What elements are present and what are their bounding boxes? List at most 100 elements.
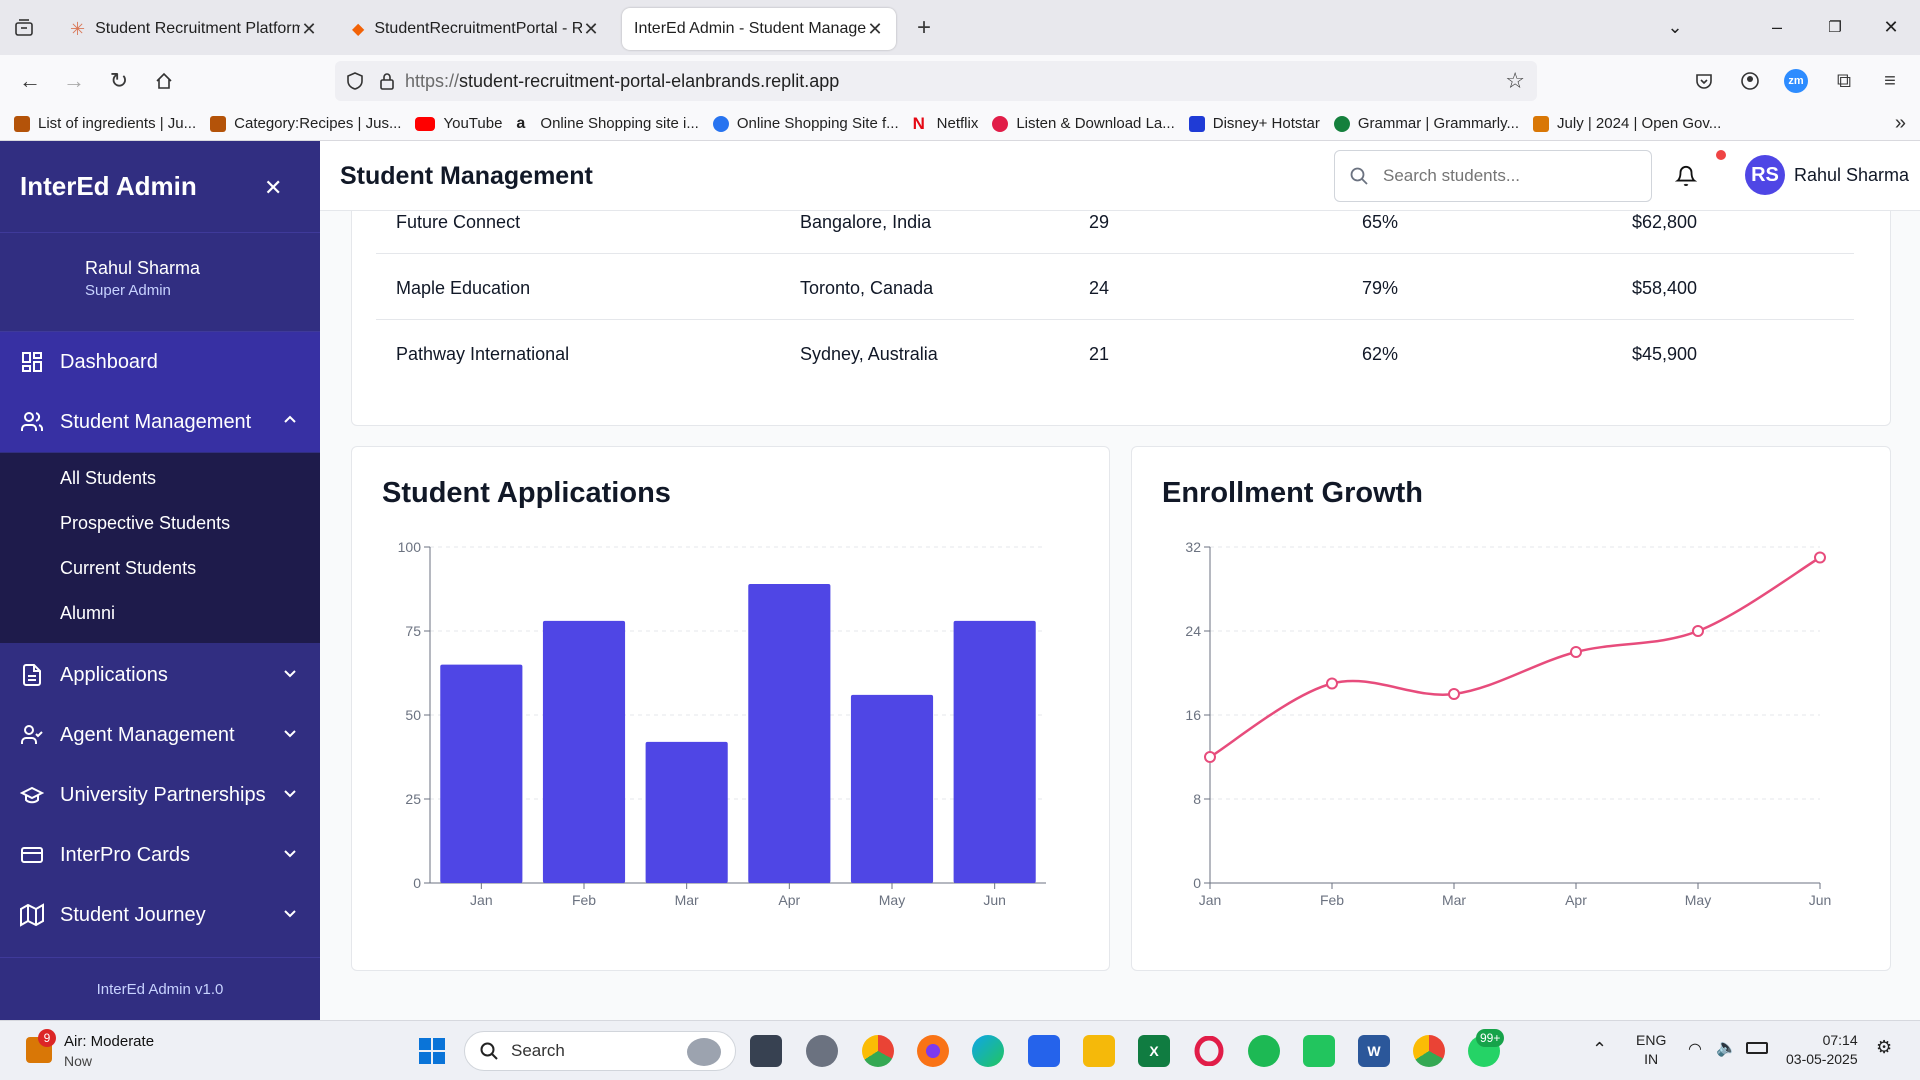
home-icon[interactable] (150, 67, 178, 95)
y-tick-label: 0 (413, 875, 421, 891)
bookmark-item[interactable]: Listen & Download La... (992, 115, 1175, 132)
wifi-icon[interactable]: ◠ (1688, 1039, 1702, 1059)
close-sidebar-icon[interactable]: ✕ (264, 175, 282, 201)
menu-icon[interactable]: ≡ (1876, 67, 1904, 95)
bookmark-item[interactable]: July | 2024 | Open Gov... (1533, 115, 1721, 132)
weather-widget[interactable]: 9 Air: Moderate Now (24, 1029, 184, 1073)
sidebar-item-university-partnerships[interactable]: University Partnerships (0, 765, 320, 825)
bar-may (850, 694, 934, 883)
lock-icon[interactable] (379, 72, 397, 90)
table-row[interactable]: Maple Education Toronto, Canada 24 79% $… (376, 254, 1854, 320)
table-row[interactable]: Pathway International Sydney, Australia … (376, 320, 1854, 386)
input-language[interactable]: ENG IN (1636, 1031, 1666, 1069)
submenu-item-current-students[interactable]: Current Students (60, 558, 196, 579)
sidebar-item-applications[interactable]: Applications (0, 645, 320, 705)
bookmark-item[interactable]: N Netflix (913, 115, 979, 133)
sidebar-item-agent-management[interactable]: Agent Management (0, 705, 320, 765)
reload-icon[interactable]: ↻ (105, 67, 133, 95)
tab-list-icon[interactable] (10, 14, 38, 42)
chevron-down-icon[interactable] (282, 845, 298, 861)
account-icon[interactable] (1736, 67, 1764, 95)
bookmark-item[interactable]: YouTube (415, 115, 502, 132)
battery-icon[interactable] (1746, 1042, 1768, 1054)
list-all-tabs-icon[interactable]: ⌄ (1660, 12, 1690, 42)
chrome-profile-icon[interactable] (1413, 1035, 1445, 1067)
shield-icon[interactable] (345, 71, 367, 91)
back-icon[interactable]: ← (16, 67, 44, 95)
chevron-up-icon[interactable] (282, 412, 298, 428)
search-input[interactable] (1383, 166, 1623, 186)
replit-tab-icon: ◆ (352, 21, 365, 38)
address-bar[interactable]: https://student-recruitment-portal-elanb… (335, 61, 1537, 101)
submenu-item-alumni[interactable]: Alumni (60, 603, 115, 624)
chrome-icon[interactable] (862, 1035, 894, 1067)
edge-icon[interactable] (972, 1035, 1004, 1067)
restore-icon[interactable]: ❐ (1820, 12, 1850, 42)
y-tick-label: 8 (1193, 791, 1201, 807)
chevron-down-icon[interactable] (282, 785, 298, 801)
tab-student-recruitment-portal[interactable]: ◆ StudentRecruitmentPortal - Rep ✕ (340, 8, 612, 50)
task-view-icon[interactable] (750, 1035, 782, 1067)
submenu-item-all-students[interactable]: All Students (60, 468, 156, 489)
chevron-down-icon[interactable] (282, 905, 298, 921)
search-box[interactable] (1334, 150, 1652, 202)
bookmark-item[interactable]: Grammar | Grammarly... (1333, 115, 1519, 132)
firefox-icon[interactable] (917, 1035, 949, 1067)
avatar[interactable]: RS (1745, 155, 1785, 195)
bookmark-star-icon[interactable]: ☆ (1505, 68, 1525, 94)
sidebar-item-interpro-cards[interactable]: InterPro Cards (0, 825, 320, 885)
close-icon[interactable]: ✕ (582, 19, 600, 40)
submenu-item-prospective-students[interactable]: Prospective Students (60, 513, 230, 534)
volume-icon[interactable]: 🔈 (1716, 1038, 1737, 1058)
new-tab-icon[interactable]: + (910, 14, 938, 42)
bookmark-item[interactable]: Online Shopping Site f... (712, 115, 899, 132)
notepad-icon[interactable] (1028, 1035, 1060, 1067)
excel-icon[interactable]: X (1138, 1035, 1170, 1067)
sidebar-item-student-journey[interactable]: Student Journey (0, 885, 320, 945)
bookmark-item[interactable]: Disney+ Hotstar (1188, 115, 1320, 132)
bar-jan (440, 664, 523, 883)
opera-icon[interactable] (1193, 1035, 1225, 1067)
zoom-extension-icon[interactable]: zm (1784, 69, 1808, 93)
minimize-icon[interactable]: – (1762, 12, 1792, 42)
x-tick-label: Jan (1199, 892, 1222, 908)
bookmark-favicon-icon (210, 115, 227, 132)
word-icon[interactable]: W (1358, 1035, 1390, 1067)
student-applications-card: Student Applications 0 25 50 75 100 Jan Feb Mar… (351, 446, 1110, 971)
close-icon[interactable]: ✕ (866, 19, 884, 40)
feedly-icon[interactable] (1303, 1035, 1335, 1067)
tab-student-recruitment-platform[interactable]: ✳ Student Recruitment Platform D ✕ (58, 8, 330, 50)
tab-intered-admin[interactable]: InterEd Admin - Student Manageme ✕ (622, 8, 896, 50)
header-user-name[interactable]: Rahul Sharma (1794, 165, 1909, 186)
settings-icon[interactable] (806, 1035, 838, 1067)
sidebar-item-student-management[interactable]: Student Management (0, 392, 320, 452)
file-explorer-icon[interactable] (1083, 1035, 1115, 1067)
forward-icon[interactable]: → (60, 67, 88, 95)
window-close-icon[interactable]: ✕ (1876, 12, 1906, 42)
windows-start-icon[interactable] (416, 1035, 448, 1067)
clock[interactable]: 07:14 03-05-2025 (1786, 1031, 1858, 1069)
chevron-down-icon[interactable] (282, 665, 298, 681)
notifications-button[interactable] (1663, 153, 1709, 199)
table-cell-agency: Maple Education (396, 278, 531, 298)
bookmark-item[interactable]: a Online Shopping site i... (516, 115, 698, 132)
bookmark-item[interactable]: List of ingredients | Ju... (14, 115, 196, 132)
brand-title: InterEd Admin (20, 171, 197, 201)
bookmark-item[interactable]: Category:Recipes | Jus... (210, 115, 401, 132)
table-row[interactable]: Future Connect Bangalore, India 29 65% $… (376, 211, 1854, 254)
pocket-icon[interactable] (1690, 67, 1718, 95)
more-bookmarks-icon[interactable]: » (1895, 112, 1906, 135)
spotify-icon[interactable] (1248, 1035, 1280, 1067)
page-title: Student Management (340, 162, 593, 190)
url-text[interactable]: https://student-recruitment-portal-elanb… (405, 71, 839, 92)
chevron-down-icon[interactable] (282, 725, 298, 741)
bookmark-label: Online Shopping Site f... (736, 115, 899, 132)
sidebar-item-dashboard[interactable]: Dashboard (0, 332, 320, 392)
whatsapp-badge: 99+ (1476, 1029, 1505, 1047)
extensions-icon[interactable]: ⧉ (1830, 67, 1858, 95)
show-hidden-icons-icon[interactable]: ⌃ (1592, 1039, 1607, 1060)
koala-icon (687, 1038, 721, 1066)
notification-center-icon[interactable]: ⚙ (1876, 1037, 1892, 1058)
close-icon[interactable]: ✕ (300, 19, 318, 40)
taskbar-search[interactable]: Search (464, 1031, 736, 1071)
